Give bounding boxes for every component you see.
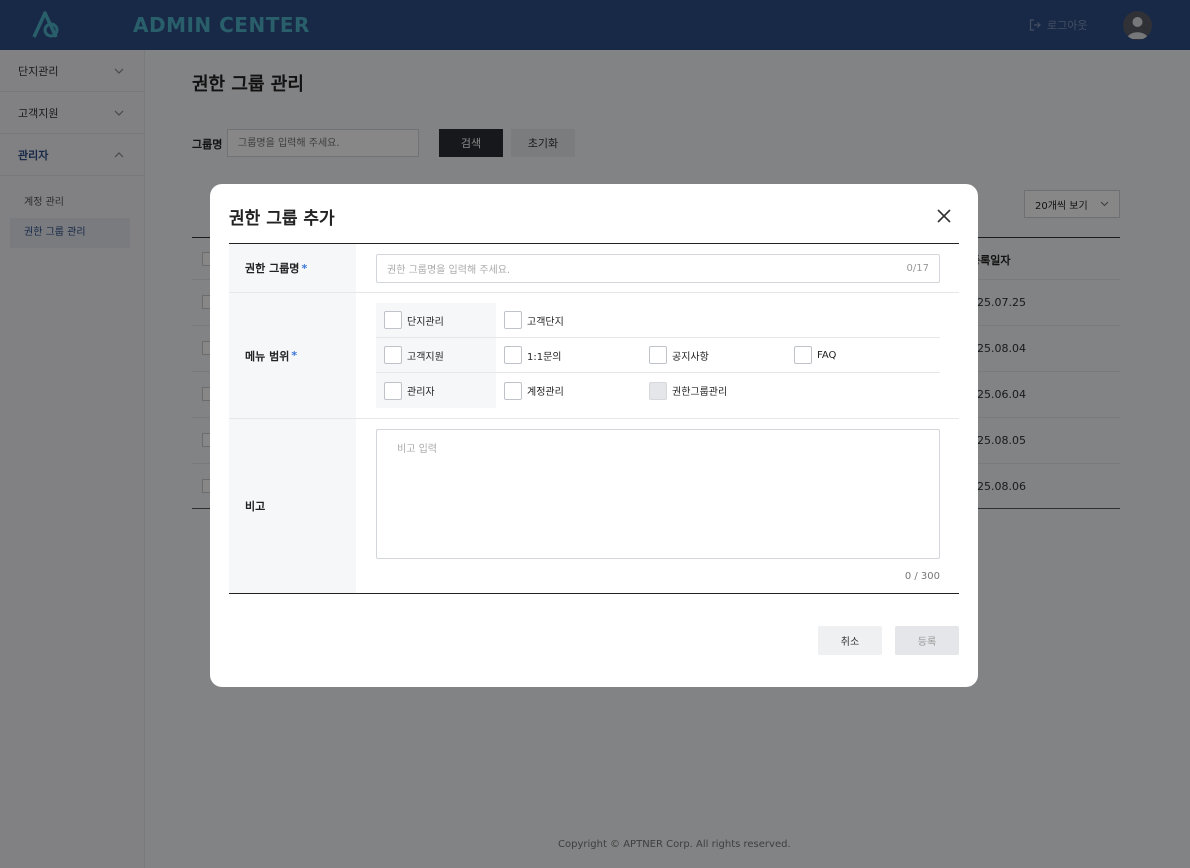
form-cell-memo: 비고 입력 0 / 300 (356, 419, 959, 593)
form-cell-name: 권한 그룹명을 입력해 주세요. 0/17 (356, 244, 959, 292)
label-text: 비고 (245, 500, 266, 513)
menu-row-support: 고객지원 1:1문의 공지사항 FAQ (376, 338, 940, 373)
checkbox-label: FAQ (817, 349, 837, 361)
checkbox-account-management[interactable]: 계정관리 (496, 373, 641, 408)
menu-scope-grid: 단지관리 고객단지 고객지원 1:1문의 공지사항 FAQ 관리자 계정관리 권… (376, 303, 940, 408)
checkbox-notice[interactable]: 공지사항 (641, 338, 786, 372)
checkbox-inquiry[interactable]: 1:1문의 (496, 338, 641, 372)
modal-title: 권한 그룹 추가 (229, 209, 335, 229)
checkbox-box[interactable] (649, 346, 667, 364)
checkbox-permission-group-management: 권한그룹관리 (641, 373, 786, 408)
form-cell-menu-scope: 단지관리 고객단지 고객지원 1:1문의 공지사항 FAQ 관리자 계정관리 권… (356, 293, 959, 418)
add-permission-group-modal: 권한 그룹 추가 권한 그룹명 * 권한 그룹명을 입력해 주세요. 0/17 메… (210, 184, 978, 687)
close-icon[interactable] (934, 206, 954, 226)
form-label-name: 권한 그룹명 * (229, 244, 356, 292)
group-name-char-count: 0/17 (906, 263, 929, 274)
permission-group-form: 권한 그룹명 * 권한 그룹명을 입력해 주세요. 0/17 메뉴 범위 * 단지관… (229, 243, 959, 594)
submit-button[interactable]: 등록 (895, 626, 959, 655)
checkbox-admin[interactable]: 관리자 (376, 373, 496, 408)
checkbox-box[interactable] (794, 346, 812, 364)
memo-textarea[interactable]: 비고 입력 (376, 429, 940, 559)
checkbox-label: 권한그룹관리 (672, 387, 728, 398)
cancel-button[interactable]: 취소 (818, 626, 882, 655)
group-name-input[interactable]: 권한 그룹명을 입력해 주세요. 0/17 (376, 254, 940, 283)
checkbox-box-disabled (649, 381, 667, 400)
form-row-name: 권한 그룹명 * 권한 그룹명을 입력해 주세요. 0/17 (229, 244, 959, 293)
required-mark: * (301, 261, 308, 275)
checkbox-label: 단지관리 (407, 316, 444, 328)
form-label-menu-scope: 메뉴 범위 * (229, 293, 356, 418)
menu-row-admin: 관리자 계정관리 권한그룹관리 (376, 373, 940, 408)
checkbox-box[interactable] (384, 381, 402, 400)
form-row-menu-scope: 메뉴 범위 * 단지관리 고객단지 고객지원 1:1문의 공지사항 FAQ 관리… (229, 293, 959, 419)
form-label-memo: 비고 (229, 419, 356, 593)
checkbox-label: 고객지원 (407, 351, 444, 363)
group-name-placeholder: 권한 그룹명을 입력해 주세요. (387, 265, 511, 276)
checkbox-label: 1:1문의 (527, 351, 562, 363)
checkbox-customer-complex[interactable]: 고객단지 (496, 303, 641, 337)
checkbox-faq[interactable]: FAQ (786, 338, 931, 372)
checkbox-complex-management[interactable]: 단지관리 (376, 303, 496, 337)
label-text: 권한 그룹명 (245, 262, 300, 275)
checkbox-label: 계정관리 (527, 387, 564, 398)
form-row-memo: 비고 비고 입력 0 / 300 (229, 419, 959, 593)
checkbox-label: 고객단지 (527, 316, 564, 328)
label-text: 메뉴 범위 (245, 349, 290, 363)
required-mark: * (291, 349, 298, 362)
checkbox-box[interactable] (504, 381, 522, 400)
checkbox-label: 공지사항 (672, 351, 709, 363)
checkbox-box[interactable] (504, 346, 522, 364)
checkbox-box[interactable] (384, 311, 402, 329)
menu-row-complex: 단지관리 고객단지 (376, 303, 940, 338)
memo-char-count: 0 / 300 (904, 571, 940, 582)
checkbox-box[interactable] (504, 311, 522, 329)
memo-placeholder: 비고 입력 (397, 444, 437, 455)
checkbox-label: 관리자 (407, 387, 435, 398)
checkbox-customer-support[interactable]: 고객지원 (376, 338, 496, 372)
checkbox-box[interactable] (384, 346, 402, 364)
